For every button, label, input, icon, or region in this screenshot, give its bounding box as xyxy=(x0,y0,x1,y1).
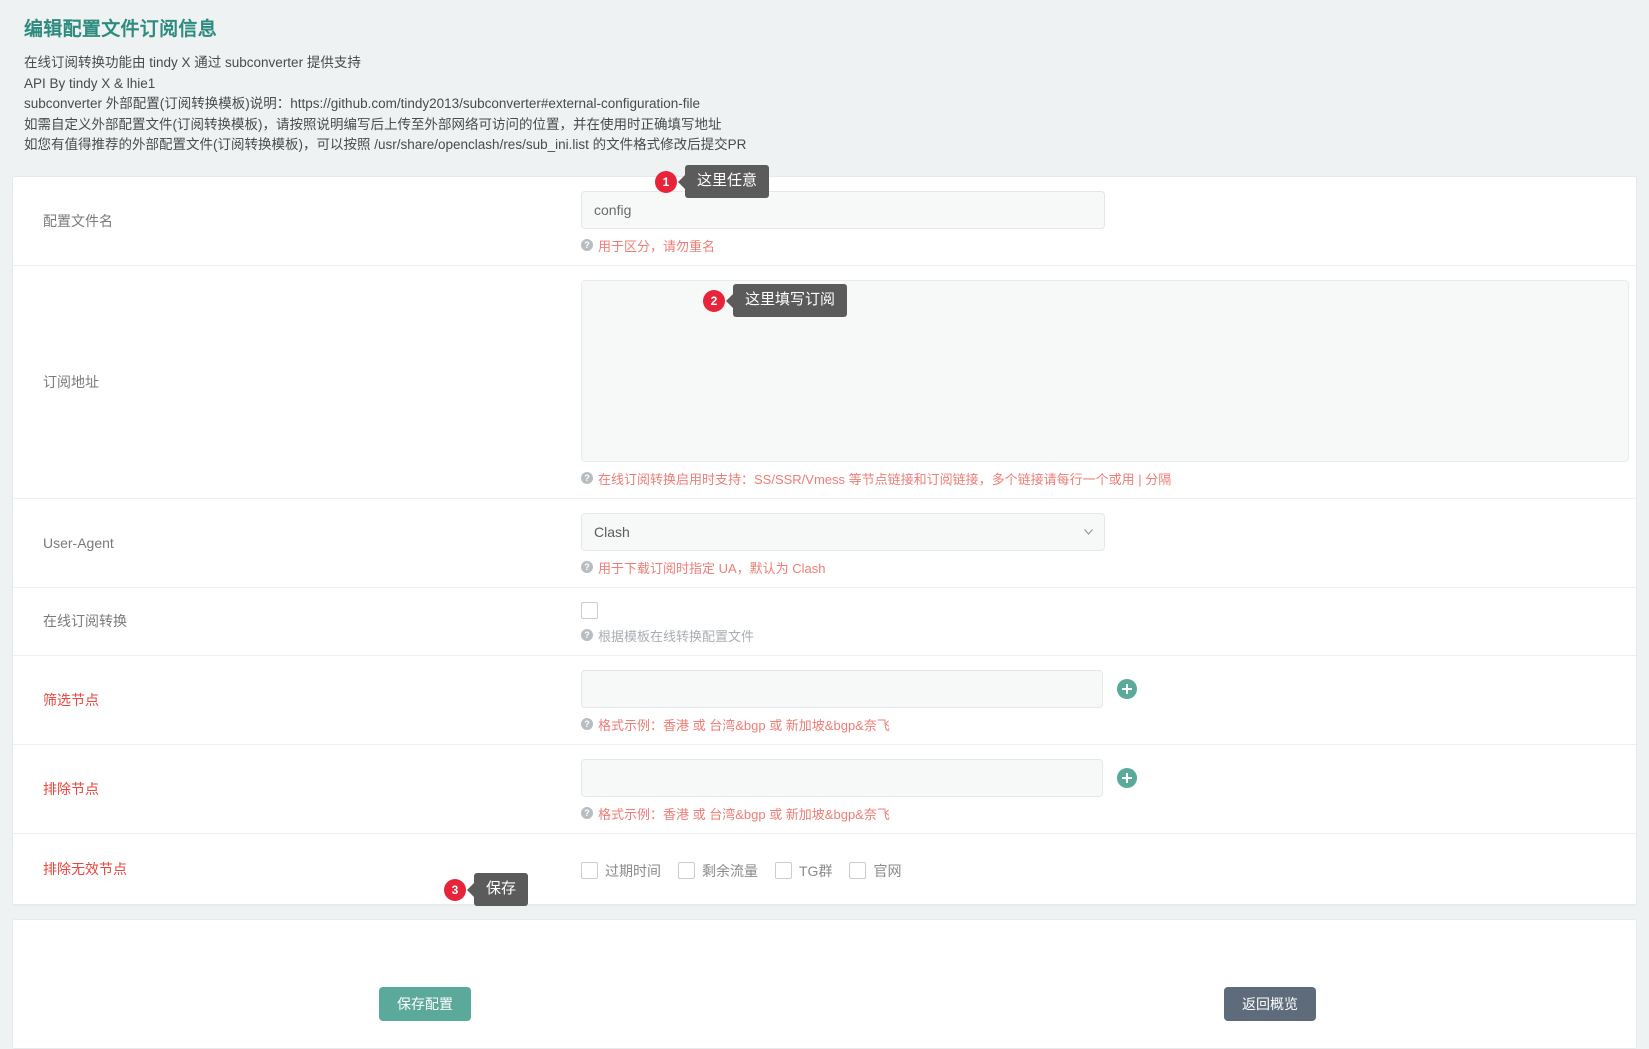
config-name-input[interactable] xyxy=(581,191,1105,229)
subscription-form-card: 配置文件名 ? 用于区分，请勿重名 订阅地址 ? 在线订阅转换启用时支持：SS/… xyxy=(12,176,1637,905)
expire-time-label: 过期时间 xyxy=(605,861,661,881)
footer-actions-card: 保存配置 返回概览 xyxy=(12,919,1637,1049)
remaining-traffic-checkbox[interactable] xyxy=(678,862,695,879)
plus-circle-icon[interactable] xyxy=(1117,679,1137,699)
remaining-traffic-label: 剩余流量 xyxy=(702,861,758,881)
official-site-label: 官网 xyxy=(873,861,901,881)
expire-time-checkbox[interactable] xyxy=(581,862,598,879)
field-exclude-nodes: ? 格式示例：香港 或 台湾&bgp 或 新加坡&bgp&奈飞 xyxy=(581,745,1636,833)
hint-sub-address: ? 在线订阅转换启用时支持：SS/SSR/Vmess 等节点链接和订阅链接，多个… xyxy=(581,469,1636,488)
page-header: 编辑配置文件订阅信息 在线订阅转换功能由 tindy X 通过 subconve… xyxy=(0,0,1649,166)
hint-config-name-text: 用于区分，请勿重名 xyxy=(598,236,715,255)
plus-circle-icon[interactable] xyxy=(1117,768,1137,788)
field-filter-nodes: ? 格式示例：香港 或 台湾&bgp 或 新加坡&bgp&奈飞 xyxy=(581,656,1636,744)
label-sub-address: 订阅地址 xyxy=(13,266,581,498)
row-exclude-invalid: 排除无效节点 过期时间 剩余流量 TG群 xyxy=(13,834,1636,904)
field-user-agent: ? 用于下载订阅时指定 UA，默认为 Clash xyxy=(581,499,1636,587)
filter-nodes-input[interactable] xyxy=(581,670,1103,708)
checkbox-item-expire-time[interactable]: 过期时间 xyxy=(581,861,661,881)
checkbox-item-tg-group[interactable]: TG群 xyxy=(775,861,832,881)
save-config-button[interactable]: 保存配置 xyxy=(379,987,471,1021)
online-convert-checkbox-row xyxy=(581,602,1636,619)
question-circle-icon: ? xyxy=(581,629,593,641)
field-exclude-invalid: 过期时间 剩余流量 TG群 官网 xyxy=(581,834,1636,904)
exclude-nodes-input[interactable] xyxy=(581,759,1103,797)
hint-filter-nodes-text: 格式示例：香港 或 台湾&bgp 或 新加坡&bgp&奈飞 xyxy=(598,715,890,734)
label-exclude-nodes: 排除节点 xyxy=(13,745,581,833)
hint-user-agent-text: 用于下载订阅时指定 UA，默认为 Clash xyxy=(598,558,826,577)
filter-nodes-input-group xyxy=(581,670,1636,708)
exclude-invalid-checkbox-group: 过期时间 剩余流量 TG群 官网 xyxy=(581,861,1636,881)
label-online-convert: 在线订阅转换 xyxy=(13,588,581,655)
intro-line-5: 如您有值得推荐的外部配置文件(订阅转换模板)，可以按照 /usr/share/o… xyxy=(24,135,1625,156)
field-online-convert: ? 根据模板在线转换配置文件 xyxy=(581,588,1636,655)
row-filter-nodes: 筛选节点 ? 格式示例：香港 或 台湾&bgp 或 新加坡&bgp&奈飞 xyxy=(13,656,1636,745)
sub-address-textarea[interactable] xyxy=(581,280,1629,462)
label-config-name: 配置文件名 xyxy=(13,177,581,265)
exclude-nodes-input-group xyxy=(581,759,1636,797)
user-agent-select-wrap xyxy=(581,513,1105,551)
intro-line-3: subconverter 外部配置(订阅转换模板)说明：https://gith… xyxy=(24,94,1625,115)
intro-line-4: 如需自定义外部配置文件(订阅转换模板)，请按照说明编写后上传至外部网络可访问的位… xyxy=(24,115,1625,136)
page-root: 编辑配置文件订阅信息 在线订阅转换功能由 tindy X 通过 subconve… xyxy=(0,0,1649,1049)
hint-user-agent: ? 用于下载订阅时指定 UA，默认为 Clash xyxy=(581,558,1636,577)
question-circle-icon: ? xyxy=(581,561,593,573)
label-user-agent: User-Agent xyxy=(13,499,581,587)
row-config-name: 配置文件名 ? 用于区分，请勿重名 xyxy=(13,177,1636,266)
hint-online-convert-text: 根据模板在线转换配置文件 xyxy=(598,626,754,645)
question-circle-icon: ? xyxy=(581,239,593,251)
row-online-convert: 在线订阅转换 ? 根据模板在线转换配置文件 xyxy=(13,588,1636,656)
row-sub-address: 订阅地址 ? 在线订阅转换启用时支持：SS/SSR/Vmess 等节点链接和订阅… xyxy=(13,266,1636,499)
hint-filter-nodes: ? 格式示例：香港 或 台湾&bgp 或 新加坡&bgp&奈飞 xyxy=(581,715,1636,734)
checkbox-item-official-site[interactable]: 官网 xyxy=(849,861,901,881)
label-exclude-invalid: 排除无效节点 xyxy=(13,834,581,904)
page-title: 编辑配置文件订阅信息 xyxy=(24,14,1625,41)
tg-group-label: TG群 xyxy=(799,861,832,881)
tg-group-checkbox[interactable] xyxy=(775,862,792,879)
intro-line-1: 在线订阅转换功能由 tindy X 通过 subconverter 提供支持 xyxy=(24,53,1625,74)
hint-sub-address-text: 在线订阅转换启用时支持：SS/SSR/Vmess 等节点链接和订阅链接，多个链接… xyxy=(598,469,1171,488)
hint-exclude-nodes-text: 格式示例：香港 或 台湾&bgp 或 新加坡&bgp&奈飞 xyxy=(598,804,890,823)
question-circle-icon: ? xyxy=(581,472,593,484)
row-exclude-nodes: 排除节点 ? 格式示例：香港 或 台湾&bgp 或 新加坡&bgp&奈飞 xyxy=(13,745,1636,834)
checkbox-item-remaining-traffic[interactable]: 剩余流量 xyxy=(678,861,758,881)
hint-online-convert: ? 根据模板在线转换配置文件 xyxy=(581,626,1636,645)
row-user-agent: User-Agent ? 用于下载订阅时指定 UA，默认为 Clash xyxy=(13,499,1636,588)
field-config-name: ? 用于区分，请勿重名 xyxy=(581,177,1636,265)
hint-exclude-nodes: ? 格式示例：香港 或 台湾&bgp 或 新加坡&bgp&奈飞 xyxy=(581,804,1636,823)
official-site-checkbox[interactable] xyxy=(849,862,866,879)
question-circle-icon: ? xyxy=(581,718,593,730)
user-agent-select[interactable] xyxy=(581,513,1105,551)
intro-line-2: API By tindy X & lhie1 xyxy=(24,74,1625,95)
field-sub-address: ? 在线订阅转换启用时支持：SS/SSR/Vmess 等节点链接和订阅链接，多个… xyxy=(581,266,1636,498)
label-filter-nodes: 筛选节点 xyxy=(13,656,581,744)
online-convert-checkbox[interactable] xyxy=(581,602,598,619)
question-circle-icon: ? xyxy=(581,807,593,819)
hint-config-name: ? 用于区分，请勿重名 xyxy=(581,236,1636,255)
back-to-overview-button[interactable]: 返回概览 xyxy=(1224,987,1316,1021)
